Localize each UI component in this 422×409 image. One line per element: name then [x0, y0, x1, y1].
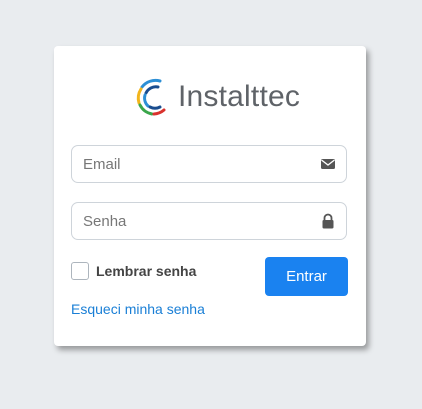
login-card: Instalttec Lembrar senha — [54, 46, 366, 346]
brand-name: Instalttec — [178, 80, 301, 113]
password-field[interactable] — [71, 202, 347, 240]
brand: Instalttec — [134, 74, 300, 120]
login-page: Instalttec Lembrar senha — [0, 0, 422, 409]
remember-me: Lembrar senha — [71, 262, 196, 280]
email-field[interactable] — [71, 145, 347, 183]
submit-button[interactable]: Entrar — [265, 257, 348, 296]
remember-checkbox[interactable] — [71, 262, 89, 280]
remember-label: Lembrar senha — [96, 263, 197, 279]
c-ring-logo-icon — [134, 75, 172, 119]
envelope-icon — [320, 156, 336, 172]
email-input[interactable] — [72, 146, 323, 182]
lock-icon — [320, 213, 336, 229]
forgot-password-link[interactable]: Esqueci minha senha — [71, 301, 205, 317]
password-input[interactable] — [72, 203, 323, 239]
